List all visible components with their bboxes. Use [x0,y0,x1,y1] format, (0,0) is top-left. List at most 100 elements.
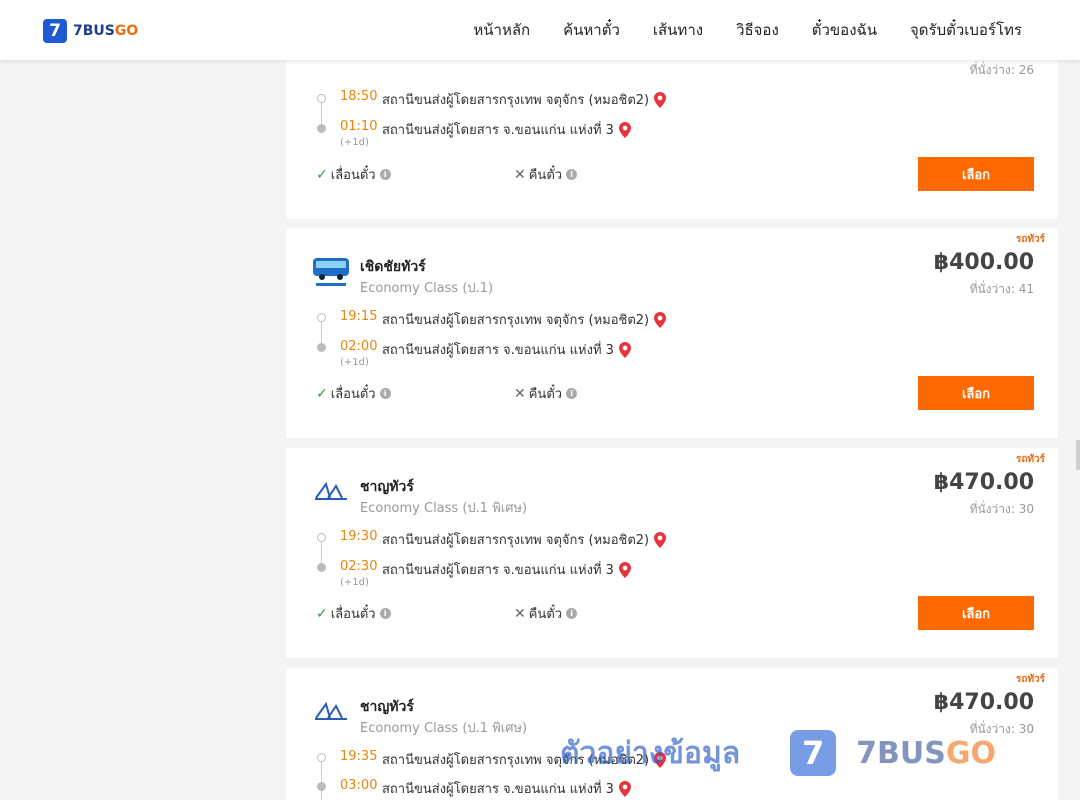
seat-class: Economy Class (ป.1 พิเศษ) [360,501,528,516]
depart-station-name: สถานีขนส่งผู้โดยสารกรุงเทพ จตุจักร (หมอช… [382,753,650,768]
select-button[interactable]: เลือก [918,157,1034,191]
bus-type-badge: รถทัวร์ [1015,234,1045,245]
info-icon[interactable]: i [379,388,391,399]
arrive-time: 02:30 [340,559,378,574]
cross-icon: ✕ [514,166,526,183]
ticket-price: ฿400.00 [933,250,1034,275]
nav-search-ticket[interactable]: ค้นหาตั๋ว [563,18,620,42]
next-day-marker: (+1d) [340,577,369,588]
seat-class: Economy Class (ป.1) [360,281,494,296]
bus-type-badge: รถทัวร์ [1015,674,1045,685]
policy-change: ✓ เลื่อนตั๋ว i [316,383,391,404]
logo-text-bus: 7BUS [73,23,115,39]
nav-my-tickets[interactable]: ตั๋วของฉัน [812,18,877,42]
seats-available: ที่นั่งว่าง: 30 [969,722,1034,736]
cross-icon: ✕ [514,605,526,622]
arrive-time: 02:00 [340,339,378,354]
select-button[interactable]: เลือก [918,596,1034,630]
arrive-station-name: สถานีขนส่งผู้โดยสาร จ.ขอนแก่น แห่งที่ 3 [382,123,614,138]
operator-logo-icon [313,258,349,286]
depart-time: 18:50 [340,89,378,104]
info-icon[interactable]: i [379,608,391,619]
policy-change-label: เลื่อนตั๋ว [330,168,376,183]
arrive-time: 03:00 [340,778,378,793]
cross-icon: ✕ [514,385,526,402]
nav-home[interactable]: หน้าหลัก [473,18,530,42]
operator-name: เชิดชัยทัวร์ [360,259,426,275]
arrive-dot-icon [317,343,326,352]
check-icon: ✓ [316,605,328,622]
logo-text-go: GO [114,23,139,39]
depart-dot-icon [317,94,326,103]
policy-refund: ✕ คืนตั๋ว i [514,383,578,404]
info-icon[interactable]: i [379,169,391,180]
map-pin-icon[interactable] [618,780,631,797]
policy-change-label: เลื่อนตั๋ว [330,387,376,402]
policy-refund-label: คืนตั๋ว [528,387,563,402]
ticket-price: ฿470.00 [933,690,1034,715]
check-icon: ✓ [316,166,328,183]
map-pin-icon[interactable] [654,91,667,108]
policy-refund-label: คืนตั๋ว [528,607,563,622]
operator-name: ชาญทัวร์ [360,699,414,715]
arrive-time: 01:10 [340,119,378,134]
policy-refund: ✕ คืนตั๋ว i [514,164,578,185]
policy-refund-label: คืนตั๋ว [528,168,563,183]
map-pin-icon[interactable] [654,751,667,768]
map-pin-icon[interactable] [618,561,631,578]
depart-station: สถานีขนส่งผู้โดยสารกรุงเทพ จตุจักร (หมอช… [382,529,667,550]
arrive-dot-icon [317,124,326,133]
depart-station-name: สถานีขนส่งผู้โดยสารกรุงเทพ จตุจักร (หมอช… [382,533,650,548]
map-pin-icon[interactable] [618,121,631,138]
seat-class: Economy Class (ป.1 พิเศษ) [360,721,528,736]
depart-station: สถานีขนส่งผู้โดยสารกรุงเทพ จตุจักร (หมอช… [382,89,667,110]
next-day-marker: (+1d) [340,137,369,148]
map-pin-icon[interactable] [654,311,667,328]
seats-available: ที่นั่งว่าง: 41 [969,282,1034,296]
info-icon[interactable]: i [566,608,578,619]
depart-dot-icon [317,753,326,762]
info-icon[interactable]: i [566,388,578,399]
arrive-dot-icon [317,563,326,572]
depart-dot-icon [317,313,326,322]
depart-station-name: สถานีขนส่งผู้โดยสารกรุงเทพ จตุจักร (หมอช… [382,313,650,328]
depart-time: 19:30 [340,529,378,544]
seats-available: ที่นั่งว่าง: 30 [969,502,1034,516]
policy-refund: ✕ คืนตั๋ว i [514,603,578,624]
trip-card: รถทัวร์ เชิดชัยทัวร์ Economy Class (ป.1)… [286,228,1058,438]
trip-card: รถทัวร์ ชาญทัวร์ Economy Class (ป.1 พิเศ… [286,448,1058,658]
depart-station: สถานีขนส่งผู้โดยสารกรุงเทพ จตุจักร (หมอช… [382,309,667,330]
logo-mark: 7 [43,19,67,43]
map-pin-icon[interactable] [654,531,667,548]
info-icon[interactable]: i [566,169,578,180]
operator-name: ชาญทัวร์ [360,479,414,495]
nav-pickup-points[interactable]: จุดรับตั๋วเบอร์โทร [910,18,1022,42]
check-icon: ✓ [316,385,328,402]
ticket-price: ฿470.00 [933,470,1034,495]
arrive-station-name: สถานีขนส่งผู้โดยสาร จ.ขอนแก่น แห่งที่ 3 [382,782,614,797]
trip-card: รถทัวร์ ชาญทัวร์ Economy Class (ป.1 พิเศ… [286,668,1058,800]
site-logo[interactable]: 7 7BUSGO [43,19,138,43]
policy-change: ✓ เลื่อนตั๋ว i [316,164,391,185]
arrive-station: สถานีขนส่งผู้โดยสาร จ.ขอนแก่น แห่งที่ 3 [382,559,631,580]
operator-logo-icon [315,481,347,500]
depart-dot-icon [317,533,326,542]
nav-how-to-book[interactable]: วิธีจอง [736,18,779,42]
top-header: 7 7BUSGO หน้าหลัก ค้นหาตั๋ว เส้นทาง วิธี… [0,0,1080,60]
main-nav: หน้าหลัก ค้นหาตั๋ว เส้นทาง วิธีจอง ตั๋วข… [440,0,1022,60]
nav-routes[interactable]: เส้นทาง [653,18,703,42]
arrive-station: สถานีขนส่งผู้โดยสาร จ.ขอนแก่น แห่งที่ 3 [382,778,631,799]
depart-time: 19:15 [340,309,378,324]
map-pin-icon[interactable] [618,341,631,358]
next-day-marker: (+1d) [340,357,369,368]
policy-change-label: เลื่อนตั๋ว [330,607,376,622]
operator-logo-icon [315,701,347,720]
arrive-station: สถานีขนส่งผู้โดยสาร จ.ขอนแก่น แห่งที่ 3 [382,119,631,140]
arrive-dot-icon [317,782,326,791]
scrollbar-thumb[interactable] [1076,440,1080,470]
arrive-station-name: สถานีขนส่งผู้โดยสาร จ.ขอนแก่น แห่งที่ 3 [382,563,614,578]
arrive-station: สถานีขนส่งผู้โดยสาร จ.ขอนแก่น แห่งที่ 3 [382,339,631,360]
select-button[interactable]: เลือก [918,376,1034,410]
depart-time: 19:35 [340,749,378,764]
depart-station-name: สถานีขนส่งผู้โดยสารกรุงเทพ จตุจักร (หมอช… [382,93,650,108]
